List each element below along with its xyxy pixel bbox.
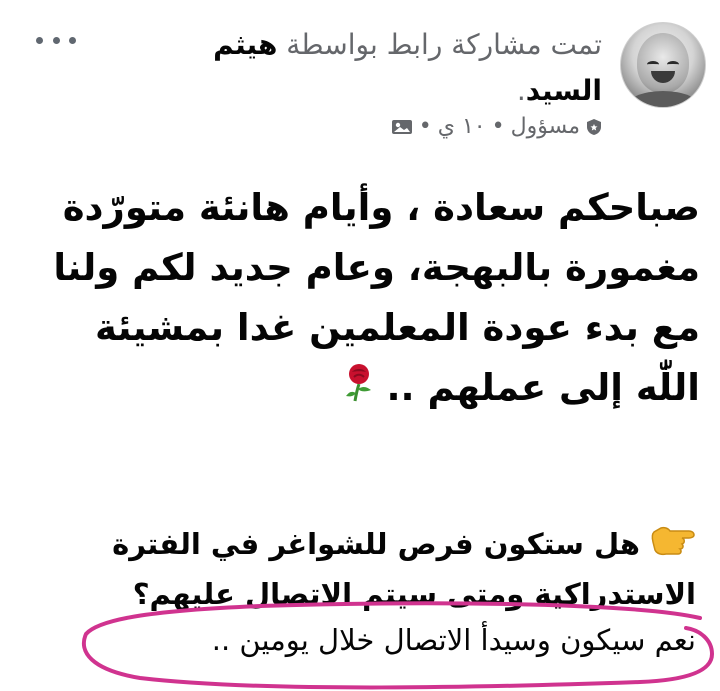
pointing-hand-emoji-icon xyxy=(650,522,696,570)
post-body-text: صباحكم سعادة ، وأيام هانئة متورّدة مغمور… xyxy=(20,178,700,420)
rose-emoji-icon xyxy=(340,360,378,420)
avatar-face xyxy=(637,33,689,93)
meta-separator-2: • xyxy=(418,114,432,139)
photo-icon xyxy=(391,118,413,136)
more-options-icon[interactable] xyxy=(36,30,76,50)
shared-link-text: تمت مشاركة رابط بواسطة xyxy=(286,28,602,61)
admin-shield-icon xyxy=(586,118,602,136)
author-line: تمت مشاركة رابط بواسطة هيثم السيد. xyxy=(122,22,602,114)
question-text-block: هل ستكون فرص للشواغر في الفترة الاستدراك… xyxy=(16,520,696,618)
avatar[interactable] xyxy=(620,22,706,108)
post-header: تمت مشاركة رابط بواسطة هيثم السيد. مسؤول… xyxy=(0,14,720,154)
answer-text: نعم سيكون وسيدأ الاتصال خلال يومين .. xyxy=(211,623,696,657)
post-time[interactable]: ١٠ ي xyxy=(438,114,486,139)
post-meta: مسؤول • ١٠ ي • xyxy=(391,114,602,139)
question-text: هل ستكون فرص للشواغر في الفترة الاستدراك… xyxy=(112,527,696,611)
role-label: مسؤول xyxy=(510,114,580,139)
author-suffix: . xyxy=(516,74,526,107)
meta-separator: • xyxy=(491,114,505,139)
